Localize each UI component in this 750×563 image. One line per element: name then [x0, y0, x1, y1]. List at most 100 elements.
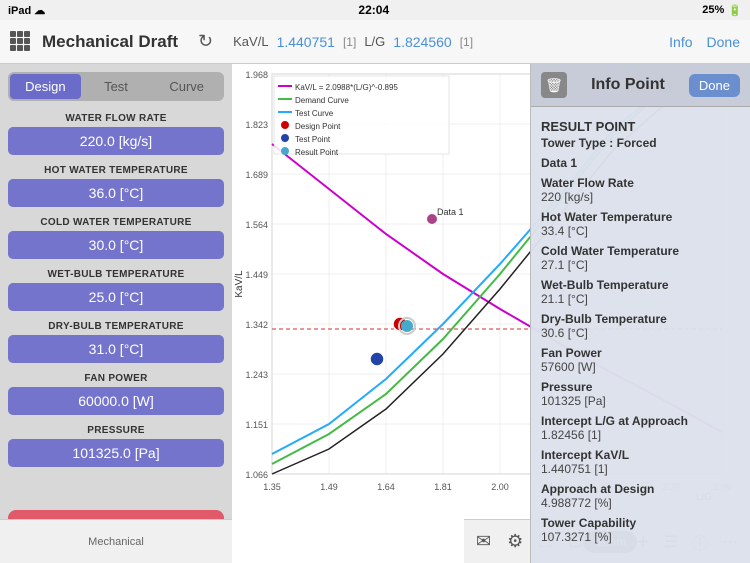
lg-value: 1.824560: [393, 34, 451, 50]
hot-water-temp-input[interactable]: 36.0 [°C]: [8, 179, 224, 207]
pressure-input[interactable]: 101325.0 [Pa]: [8, 439, 224, 467]
svg-text:1.564: 1.564: [245, 220, 268, 230]
trash-icon[interactable]: 🗑: [541, 72, 567, 98]
svg-text:KaV/L: KaV/L: [234, 270, 245, 298]
svg-text:1.64: 1.64: [377, 482, 395, 492]
nav-bar: Mechanical Draft ↻ KaV/L 1.440751 [1] L/…: [0, 20, 750, 64]
info-row-3: Hot Water Temperature 33.4 [°C]: [541, 210, 740, 238]
nav-params: KaV/L 1.440751 [1] L/G 1.824560 [1]: [233, 34, 659, 50]
wet-bulb-temp-input[interactable]: 25.0 [°C]: [8, 283, 224, 311]
info-row-8: Pressure 101325 [Pa]: [541, 380, 740, 408]
info-row-6: Dry-Bulb Temperature 30.6 [°C]: [541, 312, 740, 340]
info-row-2: Water Flow Rate 220 [kg/s]: [541, 176, 740, 204]
app-title: Mechanical Draft: [42, 32, 178, 52]
info-value-11: 4.988772 [%]: [541, 496, 740, 510]
svg-text:1.968: 1.968: [245, 70, 268, 80]
lg-label: L/G: [364, 34, 385, 49]
info-panel-title: Info Point: [575, 76, 681, 94]
svg-text:1.81: 1.81: [434, 482, 452, 492]
mail-icon[interactable]: ✉: [476, 531, 491, 552]
info-label-0: Tower Type : Forced: [541, 136, 740, 150]
cold-water-temp-group: COLD WATER TEMPERATURE 30.0 [°C]: [8, 217, 224, 259]
info-value-9: 1.82456 [1]: [541, 428, 740, 442]
dry-bulb-temp-input[interactable]: 31.0 [°C]: [8, 335, 224, 363]
pressure-group: PRESSURE 101325.0 [Pa]: [8, 425, 224, 467]
info-done-button[interactable]: Done: [689, 74, 740, 97]
svg-text:Test Point: Test Point: [295, 135, 331, 144]
info-label-7: Fan Power: [541, 346, 740, 360]
info-value-8: 101325 [Pa]: [541, 394, 740, 408]
info-label-8: Pressure: [541, 380, 740, 394]
fan-power-input[interactable]: 60000.0 [W]: [8, 387, 224, 415]
dry-bulb-temp-group: DRY-BULB TEMPERATURE 31.0 [°C]: [8, 321, 224, 363]
info-value-10: 1.440751 [1]: [541, 462, 740, 476]
water-flow-rate-label: WATER FLOW RATE: [8, 113, 224, 124]
info-row-7: Fan Power 57600 [W]: [541, 346, 740, 374]
cold-water-temp-label: COLD WATER TEMPERATURE: [8, 217, 224, 228]
info-row-1: Data 1: [541, 156, 740, 170]
pressure-label: PRESSURE: [8, 425, 224, 436]
svg-text:Data 1: Data 1: [437, 207, 464, 217]
info-panel: 🗑 Info Point Done RESULT POINT Tower Typ…: [530, 64, 750, 563]
info-label-6: Dry-Bulb Temperature: [541, 312, 740, 326]
svg-text:Design Point: Design Point: [295, 122, 341, 131]
svg-text:1.689: 1.689: [245, 170, 268, 180]
tab-test[interactable]: Test: [81, 74, 152, 99]
info-panel-header: 🗑 Info Point Done: [531, 64, 750, 107]
info-label-11: Approach at Design: [541, 482, 740, 496]
svg-text:1.449: 1.449: [245, 270, 268, 280]
info-row-10: Intercept KaV/L 1.440751 [1]: [541, 448, 740, 476]
info-row-4: Cold Water Temperature 27.1 [°C]: [541, 244, 740, 272]
tab-bar: Design Test Curve: [8, 72, 224, 101]
dry-bulb-temp-label: DRY-BULB TEMPERATURE: [8, 321, 224, 332]
info-label-4: Cold Water Temperature: [541, 244, 740, 258]
info-value-2: 220 [kg/s]: [541, 190, 740, 204]
svg-text:1.243: 1.243: [245, 370, 268, 380]
info-label-10: Intercept KaV/L: [541, 448, 740, 462]
tab-design[interactable]: Design: [10, 74, 81, 99]
tab-curve[interactable]: Curve: [151, 74, 222, 99]
water-flow-rate-input[interactable]: 220.0 [kg/s]: [8, 127, 224, 155]
hot-water-temp-label: HOT WATER TEMPERATURE: [8, 165, 224, 176]
kav-value: 1.440751: [277, 34, 335, 50]
info-value-12: 107.3271 [%]: [541, 530, 740, 544]
svg-text:1.151: 1.151: [245, 420, 268, 430]
svg-text:KaV/L = 2.0988*(L/G)^-0.895: KaV/L = 2.0988*(L/G)^-0.895: [295, 83, 398, 92]
grid-icon[interactable]: [10, 31, 32, 53]
svg-text:Result Point: Result Point: [295, 148, 339, 157]
svg-text:1.35: 1.35: [263, 482, 281, 492]
left-panel: Design Test Curve WATER FLOW RATE 220.0 …: [0, 64, 232, 563]
water-flow-rate-group: WATER FLOW RATE 220.0 [kg/s]: [8, 113, 224, 155]
info-value-7: 57600 [W]: [541, 360, 740, 374]
wet-bulb-temp-label: WET-BULB TEMPERATURE: [8, 269, 224, 280]
info-label-12: Tower Capability: [541, 516, 740, 530]
svg-text:Test Curve: Test Curve: [295, 109, 334, 118]
info-label-5: Wet-Bulb Temperature: [541, 278, 740, 292]
info-row-9: Intercept L/G at Approach 1.82456 [1]: [541, 414, 740, 442]
fan-power-label: FAN POWER: [8, 373, 224, 384]
status-right: 25% 🔋: [702, 4, 742, 17]
nav-right-buttons: Info Done: [669, 34, 740, 50]
info-label-3: Hot Water Temperature: [541, 210, 740, 224]
info-label-9: Intercept L/G at Approach: [541, 414, 740, 428]
done-button[interactable]: Done: [707, 34, 740, 50]
svg-text:1.823: 1.823: [245, 120, 268, 130]
lg-unit: [1]: [460, 35, 473, 49]
info-button[interactable]: Info: [669, 34, 692, 50]
info-value-4: 27.1 [°C]: [541, 258, 740, 272]
kav-label: KaV/L: [233, 34, 268, 49]
cold-water-temp-input[interactable]: 30.0 [°C]: [8, 231, 224, 259]
status-time: 22:04: [358, 3, 389, 17]
info-value-6: 30.6 [°C]: [541, 326, 740, 340]
chart-area: 1.968 1.823 1.689 1.564 1.449 1.342 1.24…: [232, 64, 750, 563]
main-area: Design Test Curve WATER FLOW RATE 220.0 …: [0, 64, 750, 563]
info-row-12: Tower Capability 107.3271 [%]: [541, 516, 740, 544]
info-value-3: 33.4 [°C]: [541, 224, 740, 238]
refresh-icon[interactable]: ↻: [198, 31, 213, 52]
settings-icon[interactable]: ⚙: [507, 531, 523, 552]
status-left: iPad ☁: [8, 4, 45, 17]
svg-text:Demand Curve: Demand Curve: [295, 96, 349, 105]
info-panel-content: RESULT POINT Tower Type : Forced Data 1 …: [531, 107, 750, 558]
svg-text:1.49: 1.49: [320, 482, 338, 492]
status-carrier: iPad ☁: [8, 4, 45, 17]
